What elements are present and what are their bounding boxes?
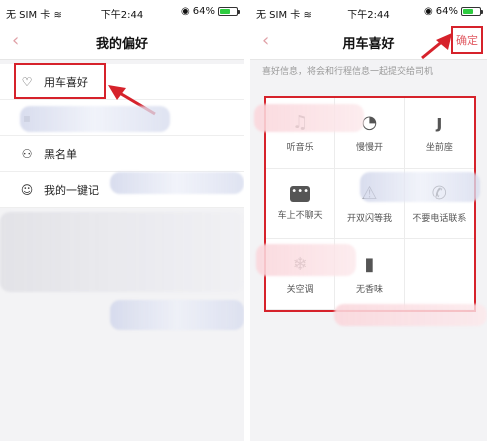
confirm-label: 确定 (456, 34, 478, 47)
car-preferences-screen: 无 SIM 卡 ≋ 下午2:44 ◉ 64% ‹ 用车喜好 确定 喜好信息，将会… (250, 0, 487, 441)
pointer-arrow (421, 33, 452, 60)
blur-mosaic (0, 212, 244, 292)
preferences-screen: 无 SIM 卡 ≋ 下午2:44 ◉ 64% ‹ 我的偏好 ♡ 用车喜好 ▪ ⚇… (0, 0, 244, 441)
smile-icon: ☺ (20, 182, 34, 197)
blur-mosaic (334, 304, 487, 326)
battery-icon (461, 7, 483, 16)
option-empty (404, 239, 474, 310)
status-bar: 无 SIM 卡 ≋ 下午2:44 ◉ 64% (0, 0, 244, 24)
chat-icon: ••• (290, 185, 311, 202)
list-item-blacklist[interactable]: ⚇ 黑名单 (0, 136, 244, 172)
blur-mosaic (110, 300, 244, 330)
blur-mosaic (20, 106, 170, 132)
battery-percent: 64% (435, 6, 458, 17)
status-right: ◉ 64% (424, 6, 483, 17)
rotation-lock-icon: ◉ (181, 6, 190, 17)
blur-mosaic (256, 244, 356, 276)
blur-mosaic (360, 172, 480, 202)
page-title: 我的偏好 (95, 37, 148, 52)
status-bar: 无 SIM 卡 ≋ 下午2:44 ◉ 64% (250, 0, 487, 24)
seat-icon: ȷ (436, 112, 443, 134)
battery-percent: 64% (192, 6, 215, 17)
hint-text: 喜好信息，将会和行程信息一起提交给司机 (262, 67, 434, 77)
option-front-seat[interactable]: ȷ 坐前座 (404, 98, 474, 169)
nav-bar: ‹ 我的偏好 (0, 24, 244, 60)
rotation-lock-icon: ◉ (424, 6, 433, 17)
list-item-label: 我的一键记 (44, 183, 99, 197)
highlight-box (14, 63, 106, 99)
scent-icon: ▮ (364, 253, 375, 275)
status-right: ◉ 64% (181, 6, 240, 17)
list-item-label: 黑名单 (44, 147, 77, 161)
blur-mosaic (254, 104, 364, 132)
blur-mosaic (110, 172, 244, 194)
battery-icon (218, 7, 240, 16)
user-block-icon: ⚇ (21, 146, 33, 161)
option-no-chat[interactable]: ••• 车上不聊天 (266, 168, 336, 240)
